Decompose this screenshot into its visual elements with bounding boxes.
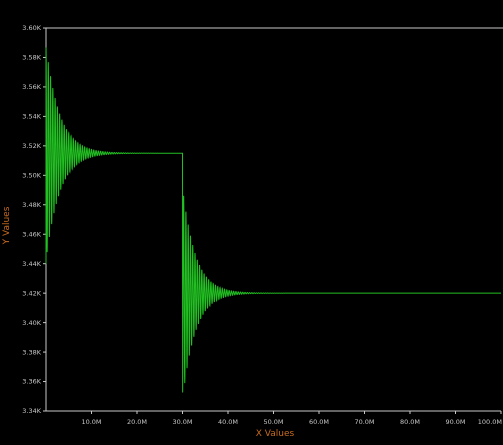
x-tick-label: 30.0M [172,418,192,426]
x-tick-label: 80.0M [400,418,420,426]
y-tick-label: 3.34K [22,407,41,415]
chart-svg: 3.34K 3.36K 3.38K 3.40K 3.42K 3.44K 3.46K 3.48K… [2,24,503,439]
y-tick-label: 3.44K [22,260,41,268]
x-tick-label: 70.0M [354,418,374,426]
x-tick-label: 100.0M [478,418,502,426]
y-axis-title: Y Values [2,206,12,245]
x-tick-label: 60.0M [309,418,329,426]
series-line [45,47,501,393]
y-tick-label: 3.42K [22,289,41,297]
y-tick-group: 3.34K 3.36K 3.38K 3.40K 3.42K 3.44K 3.46K 3.48K… [22,24,46,415]
x-tick-label: 20.0M [127,418,147,426]
x-tick-label: 50.0M [263,418,283,426]
y-tick-label: 3.54K [22,113,41,121]
y-tick-label: 3.48K [22,201,41,209]
y-tick-label: 3.56K [22,83,41,91]
y-tick-label: 3.52K [22,142,41,150]
y-tick-label: 3.36K [22,378,41,386]
x-axis-title: X Values [256,429,295,439]
x-tick-label: 90.0M [445,418,465,426]
x-tick-label: 40.0M [218,418,238,426]
y-tick-label: 3.50K [22,172,41,180]
y-tick-label: 3.60K [22,24,41,32]
y-tick-label: 3.38K [22,348,41,356]
y-tick-label: 3.46K [22,230,41,238]
y-tick-label: 3.40K [22,319,41,327]
y-tick-label: 3.58K [22,54,41,62]
line-chart: 3.34K 3.36K 3.38K 3.40K 3.42K 3.44K 3.46K 3.48K… [0,0,503,445]
x-tick-label: 10.0M [81,418,101,426]
x-tick-group: 10.0M 20.0M 30.0M 40.0M 50.0M 60.0M 70.0M 80.0M… [81,411,502,426]
